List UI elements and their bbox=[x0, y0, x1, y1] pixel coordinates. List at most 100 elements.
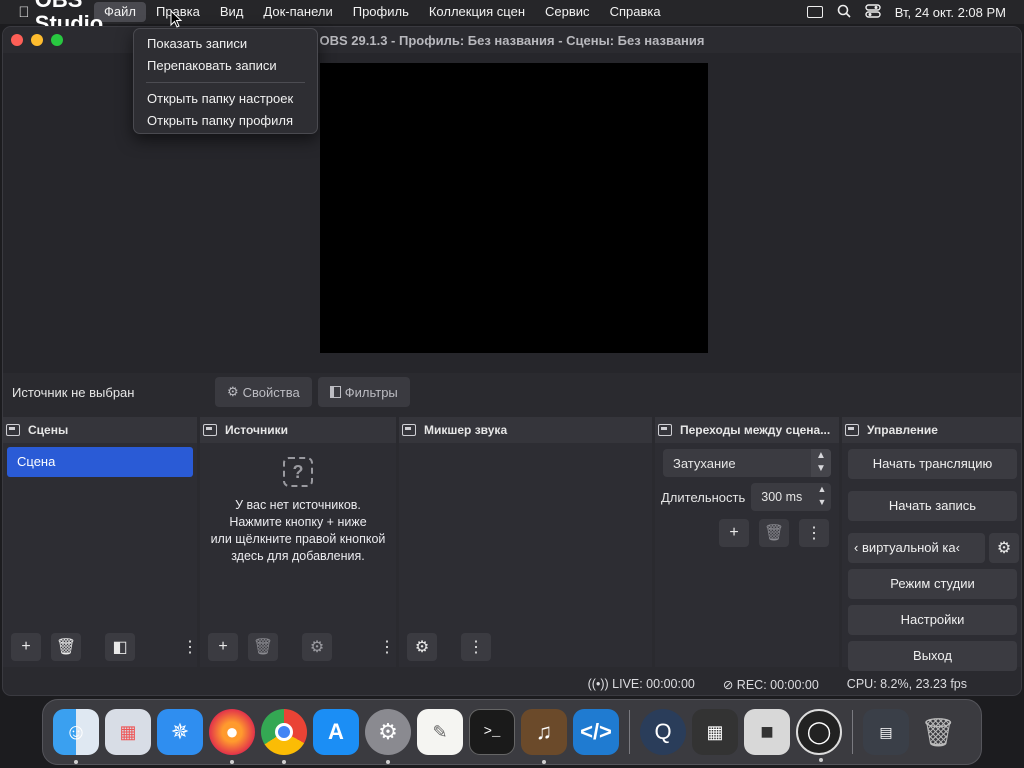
mixer-dock: Микшер звука ⚙ ⋮ bbox=[399, 417, 652, 667]
menu-docks[interactable]: Док-панели bbox=[253, 0, 342, 24]
menu-tools[interactable]: Сервис bbox=[535, 0, 600, 24]
rec-icon: ⊘ bbox=[722, 677, 737, 692]
menu-scene-collection[interactable]: Коллекция сцен bbox=[419, 0, 535, 24]
selected-transition: Затухание bbox=[673, 455, 736, 471]
dock-icon[interactable] bbox=[658, 424, 672, 436]
empty-line: У вас нет источников. bbox=[235, 498, 361, 512]
search-icon[interactable] bbox=[837, 4, 851, 21]
menu-view[interactable]: Вид bbox=[210, 0, 254, 24]
transitions-dock: Переходы между сцена... Затухание ▲ ▼ Дли… bbox=[655, 417, 839, 667]
menu-item-remux-recordings[interactable]: Перепаковать записи bbox=[134, 55, 317, 77]
file-menu-dropdown: Показать записи Перепаковать записи Откр… bbox=[133, 28, 318, 134]
empty-line: или щёлкните правой кнопкой bbox=[210, 532, 386, 546]
add-source-button[interactable]: + bbox=[208, 633, 238, 661]
scenes-dock: Сцены Сцена + 🗑 ◧ ⋮ bbox=[3, 417, 198, 667]
more-options-icon[interactable]: ⋮ bbox=[461, 633, 491, 661]
exit-button[interactable]: Выход bbox=[848, 641, 1017, 671]
menu-profile[interactable]: Профиль bbox=[343, 0, 419, 24]
duration-value: 300 ms bbox=[761, 490, 803, 504]
vscode-icon[interactable]: </> bbox=[573, 709, 619, 755]
quicktime-icon[interactable]: Q bbox=[640, 709, 686, 755]
properties-label: Свойства bbox=[242, 384, 300, 400]
trash-icon[interactable]: 🗑 bbox=[248, 633, 278, 661]
live-icon: ((•)) bbox=[587, 677, 613, 691]
settings-button[interactable]: Настройки bbox=[848, 605, 1017, 635]
scene-filters-button[interactable]: ◧ bbox=[105, 633, 135, 661]
trash-icon[interactable]: 🗑 bbox=[759, 519, 789, 547]
preview-canvas[interactable] bbox=[320, 63, 708, 353]
chrome-icon[interactable] bbox=[261, 709, 307, 764]
app-store-icon[interactable]: A bbox=[313, 709, 359, 755]
dock-icon[interactable] bbox=[402, 424, 416, 436]
terminal-icon[interactable]: >_ bbox=[469, 709, 515, 755]
cpu-status: CPU: 8.2%, 23.23 fps bbox=[846, 677, 967, 691]
more-options-icon[interactable]: ⋮ bbox=[182, 633, 198, 661]
live-time: LIVE: 00:00:00 bbox=[612, 677, 695, 691]
start-streaming-button[interactable]: Начать трансляцию bbox=[848, 449, 1017, 479]
add-scene-button[interactable]: + bbox=[11, 633, 41, 661]
app-menu[interactable]: OBS Studio bbox=[35, 0, 103, 36]
screenshot-icon[interactable]: ▤ bbox=[863, 709, 909, 755]
dock-separator bbox=[852, 710, 853, 754]
dock-title: Управление bbox=[867, 423, 938, 437]
source-toolbar: Источник не выбран ⚙ Свойства Фильтры bbox=[3, 373, 1021, 411]
live-status: ((•)) LIVE: 00:00:00 bbox=[588, 677, 695, 691]
control-center-icon[interactable] bbox=[865, 3, 881, 21]
properties-button[interactable]: ⚙ Свойства bbox=[215, 377, 312, 407]
menu-help[interactable]: Справка bbox=[600, 0, 671, 24]
transition-select[interactable]: Затухание ▲ ▼ bbox=[663, 449, 831, 477]
textedit-icon[interactable]: ✎ bbox=[417, 709, 463, 755]
obs-icon[interactable]: ◯ bbox=[796, 709, 842, 762]
virtual-camera-button[interactable]: ‹ виртуальной ка‹ bbox=[848, 533, 985, 563]
mouse-cursor-icon bbox=[170, 9, 183, 33]
more-options-icon[interactable]: ⋮ bbox=[799, 519, 829, 547]
dock-title: Сцены bbox=[28, 423, 69, 437]
start-recording-button[interactable]: Начать запись bbox=[848, 491, 1017, 521]
dock-icon[interactable] bbox=[845, 424, 859, 436]
docks: Сцены Сцена + 🗑 ◧ ⋮ Источники ? У вас не… bbox=[3, 417, 1021, 671]
rec-time: REC: 00:00:00 bbox=[736, 677, 819, 692]
question-icon: ? bbox=[283, 457, 313, 487]
trash-icon[interactable]: 🗑 bbox=[51, 633, 81, 661]
launchpad-icon[interactable]: ▦ bbox=[105, 709, 151, 755]
status-bar: ((•)) LIVE: 00:00:00 ⊘ REC: 00:00:00 CPU… bbox=[3, 671, 1021, 695]
trash-icon[interactable]: 🗑 bbox=[915, 709, 961, 755]
menu-item-show-recordings[interactable]: Показать записи bbox=[134, 33, 317, 55]
add-transition-button[interactable]: + bbox=[719, 519, 749, 547]
garageband-icon[interactable]: ♫ bbox=[521, 709, 567, 764]
empty-line: Нажмите кнопку + ниже bbox=[229, 515, 367, 529]
menu-clock[interactable]: Вт, 24 окт. 2:08 PM bbox=[895, 5, 1006, 20]
filter-icon bbox=[329, 386, 341, 398]
firefox-icon[interactable]: ● bbox=[209, 709, 255, 764]
filters-button[interactable]: Фильтры bbox=[317, 377, 410, 407]
controls-dock: Управление Начать трансляцию Начать запи… bbox=[842, 417, 1021, 671]
more-options-icon[interactable]: ⋮ bbox=[379, 633, 395, 661]
dock-icon[interactable] bbox=[6, 424, 20, 436]
menu-item-open-settings-folder[interactable]: Открыть папку настроек bbox=[134, 88, 317, 110]
filters-label: Фильтры bbox=[344, 384, 398, 400]
advanced-audio-icon[interactable]: ⚙ bbox=[407, 633, 437, 661]
menu-bar:  OBS Studio Файл Правка Вид Док-панели … bbox=[0, 0, 1024, 36]
gear-icon[interactable]: ⚙ bbox=[302, 633, 332, 661]
window-switch-icon[interactable] bbox=[806, 6, 823, 18]
studio-mode-button[interactable]: Режим студии bbox=[848, 569, 1017, 599]
menu-item-open-profile-folder[interactable]: Открыть папку профиля bbox=[134, 110, 317, 132]
chevron-updown-icon[interactable]: ▲ ▼ bbox=[813, 483, 831, 511]
duration-label: Длительность bbox=[661, 489, 746, 505]
finder-icon[interactable]: ☺ bbox=[53, 709, 99, 764]
macos-dock: ☺ ▦ ✵ ● A ⚙ ✎ >_ ♫ </> Q ▦ ■ ◯ ▤ 🗑 bbox=[42, 699, 982, 765]
duration-spinbox[interactable]: 300 ms ▲ ▼ bbox=[751, 483, 831, 511]
safari-icon[interactable]: ✵ bbox=[157, 709, 203, 755]
rec-status: ⊘ REC: 00:00:00 bbox=[723, 677, 819, 692]
dock-title: Переходы между сцена... bbox=[680, 423, 831, 437]
gear-icon: ⚙ bbox=[227, 384, 239, 399]
dock-separator bbox=[629, 710, 630, 754]
no-source-label: Источник не выбран bbox=[12, 384, 135, 400]
roblox-icon[interactable]: ■ bbox=[744, 709, 790, 755]
list-item[interactable]: Сцена bbox=[7, 447, 193, 477]
dock-icon[interactable] bbox=[203, 424, 217, 436]
menu-divider bbox=[146, 82, 305, 83]
calculator-icon[interactable]: ▦ bbox=[692, 709, 738, 755]
system-settings-icon[interactable]: ⚙ bbox=[365, 709, 411, 764]
gear-icon[interactable]: ⚙ bbox=[989, 533, 1019, 563]
